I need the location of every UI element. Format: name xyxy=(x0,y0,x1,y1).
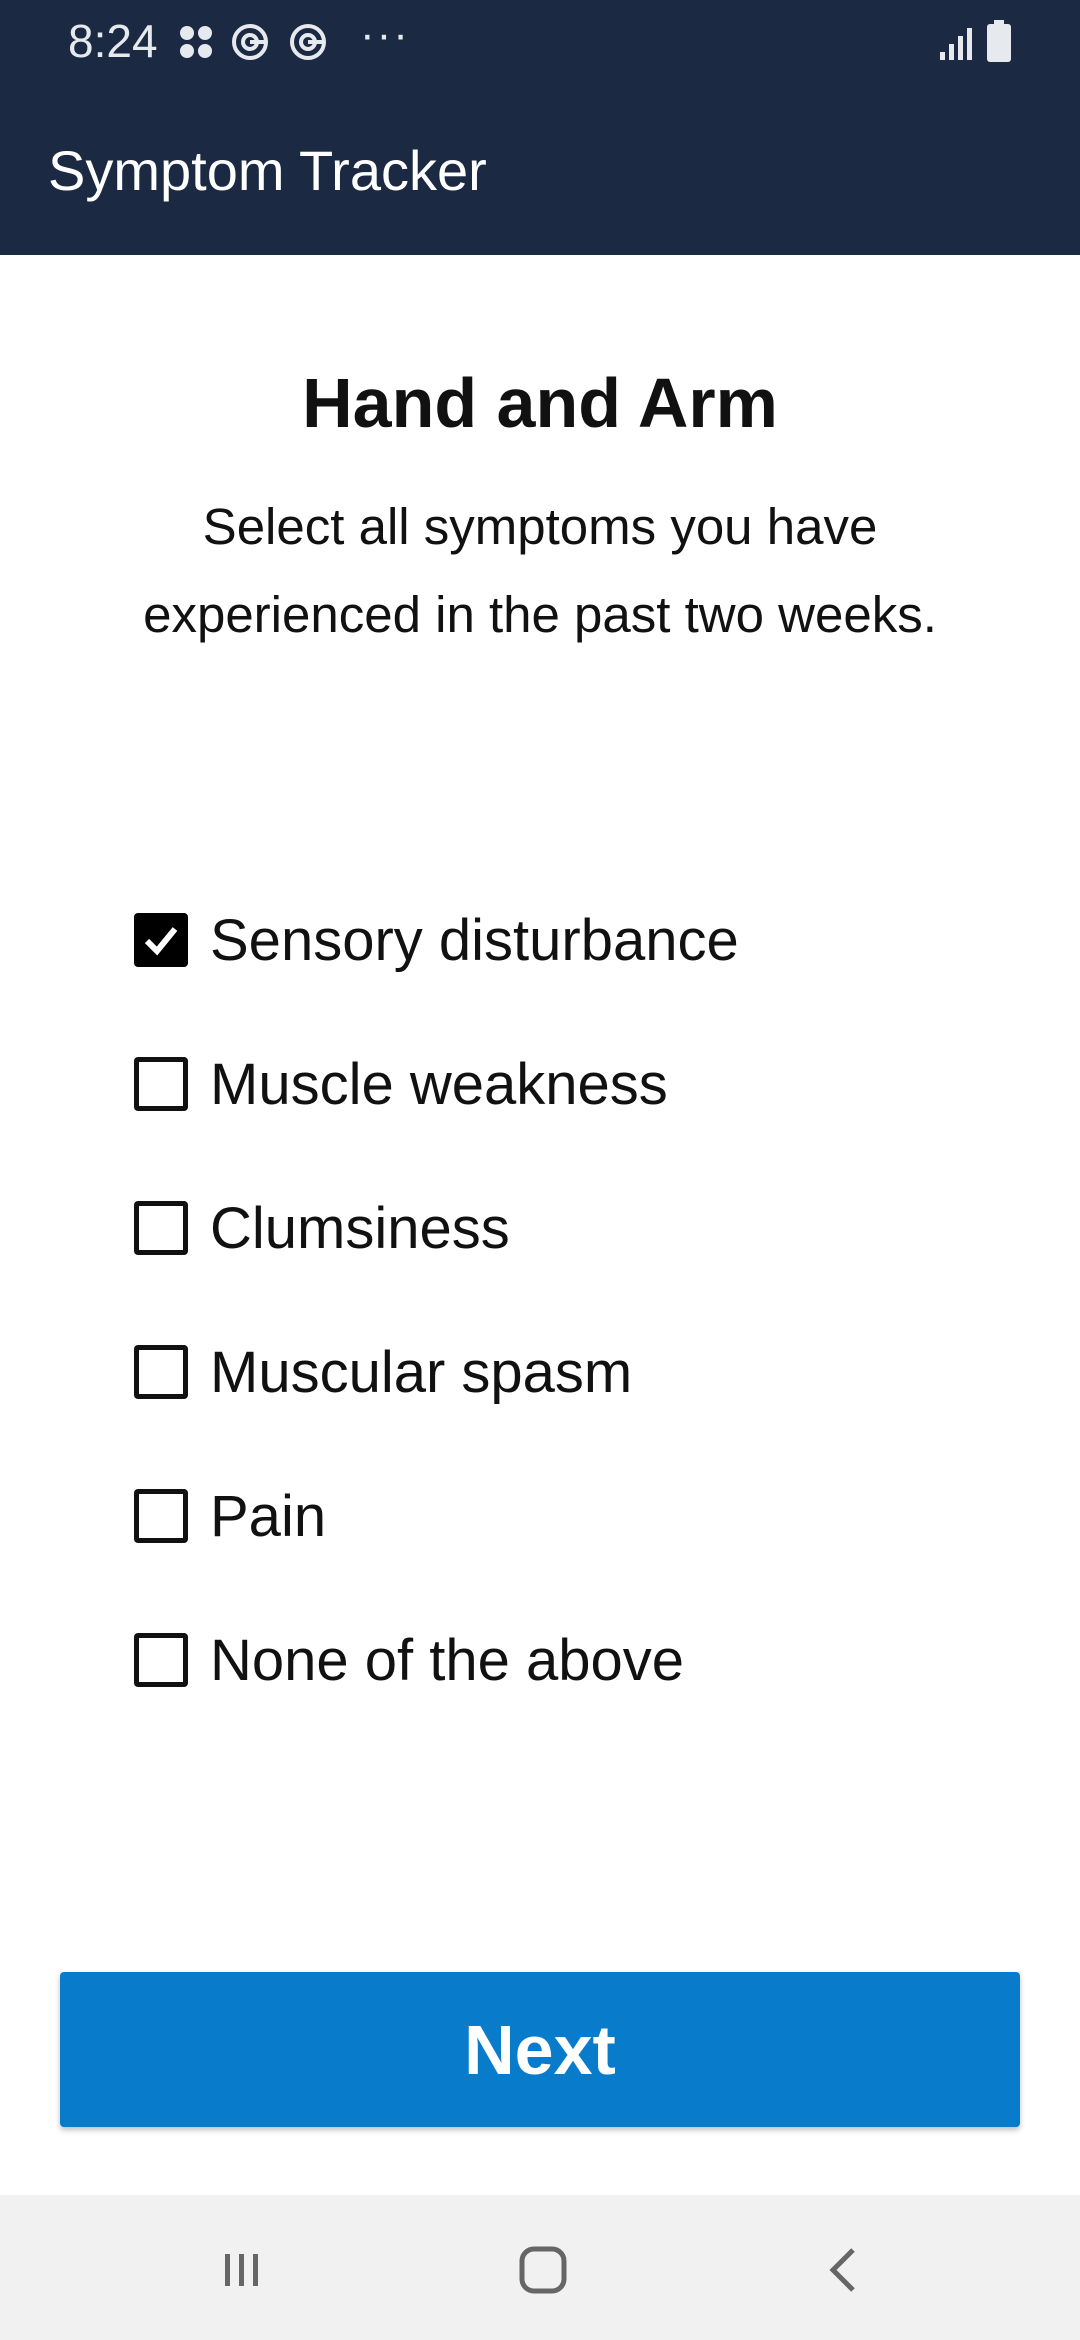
option-muscle-weakness[interactable]: Muscle weakness xyxy=(134,1029,984,1139)
overflow-dots: ··· xyxy=(360,10,410,59)
back-icon[interactable] xyxy=(800,2225,890,2315)
sync-icon xyxy=(230,22,270,62)
checkbox-checked-icon[interactable] xyxy=(134,913,188,967)
page-title: Hand and Arm xyxy=(302,364,778,442)
checkbox-icon[interactable] xyxy=(134,1633,188,1687)
option-pain[interactable]: Pain xyxy=(134,1461,984,1571)
option-label: Clumsiness xyxy=(210,1195,510,1261)
apps-grid-icon xyxy=(176,22,216,62)
instructions-text: Select all symptoms you have experienced… xyxy=(143,498,937,643)
status-time: 8:24 xyxy=(68,15,158,67)
option-clumsiness[interactable]: Clumsiness xyxy=(134,1173,984,1283)
status-bar: 8:24 ··· xyxy=(0,0,1080,90)
next-button[interactable]: Next xyxy=(60,1972,1020,2127)
option-muscular-spasm[interactable]: Muscular spasm xyxy=(134,1317,984,1427)
checkbox-icon[interactable] xyxy=(134,1345,188,1399)
checkbox-icon[interactable] xyxy=(134,1489,188,1543)
checkbox-icon[interactable] xyxy=(134,1201,188,1255)
option-label: None of the above xyxy=(210,1627,685,1693)
symptom-form: Hand and Arm Select all symptoms you hav… xyxy=(0,255,1080,2195)
battery-icon xyxy=(984,20,1014,64)
option-label: Pain xyxy=(210,1483,327,1549)
checkbox-icon[interactable] xyxy=(134,1057,188,1111)
option-none-of-the-above[interactable]: None of the above xyxy=(134,1605,984,1715)
option-label: Muscular spasm xyxy=(210,1339,633,1405)
option-sensory-disturbance[interactable]: Sensory disturbance xyxy=(134,885,984,995)
signal-icon xyxy=(936,24,976,64)
option-label: Sensory disturbance xyxy=(210,907,739,973)
home-icon[interactable] xyxy=(498,2225,588,2315)
recent-apps-icon[interactable] xyxy=(196,2225,286,2315)
sync-icon xyxy=(288,22,328,62)
app-header: 8:24 ··· Symptom Tracker xyxy=(0,0,1080,255)
system-nav-bar xyxy=(0,2195,1080,2340)
app-title: Symptom Tracker xyxy=(48,139,487,202)
option-label: Muscle weakness xyxy=(210,1051,668,1117)
